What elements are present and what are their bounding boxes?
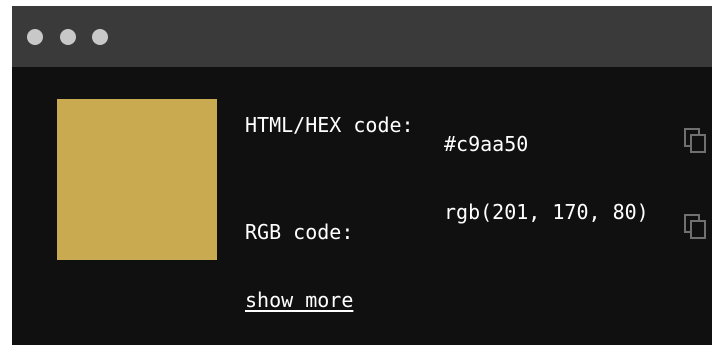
color-swatch bbox=[57, 99, 217, 260]
color-info-window: HTML/HEX code: #c9aa50 RGB code: rgb(201… bbox=[12, 6, 712, 345]
rgb-code-value: rgb(201, 170, 80) bbox=[444, 200, 649, 224]
window-titlebar bbox=[12, 6, 712, 67]
show-more-link[interactable]: show more bbox=[245, 287, 353, 313]
copy-icon[interactable] bbox=[683, 213, 709, 241]
window-dot-close[interactable] bbox=[27, 29, 43, 45]
hex-code-value: #c9aa50 bbox=[444, 132, 529, 156]
copy-icon[interactable] bbox=[683, 127, 709, 155]
rgb-code-label: RGB code: bbox=[245, 220, 354, 244]
hex-code-label: HTML/HEX code: bbox=[245, 113, 414, 137]
window-dot-maximize[interactable] bbox=[92, 29, 108, 45]
window-dot-minimize[interactable] bbox=[60, 29, 76, 45]
